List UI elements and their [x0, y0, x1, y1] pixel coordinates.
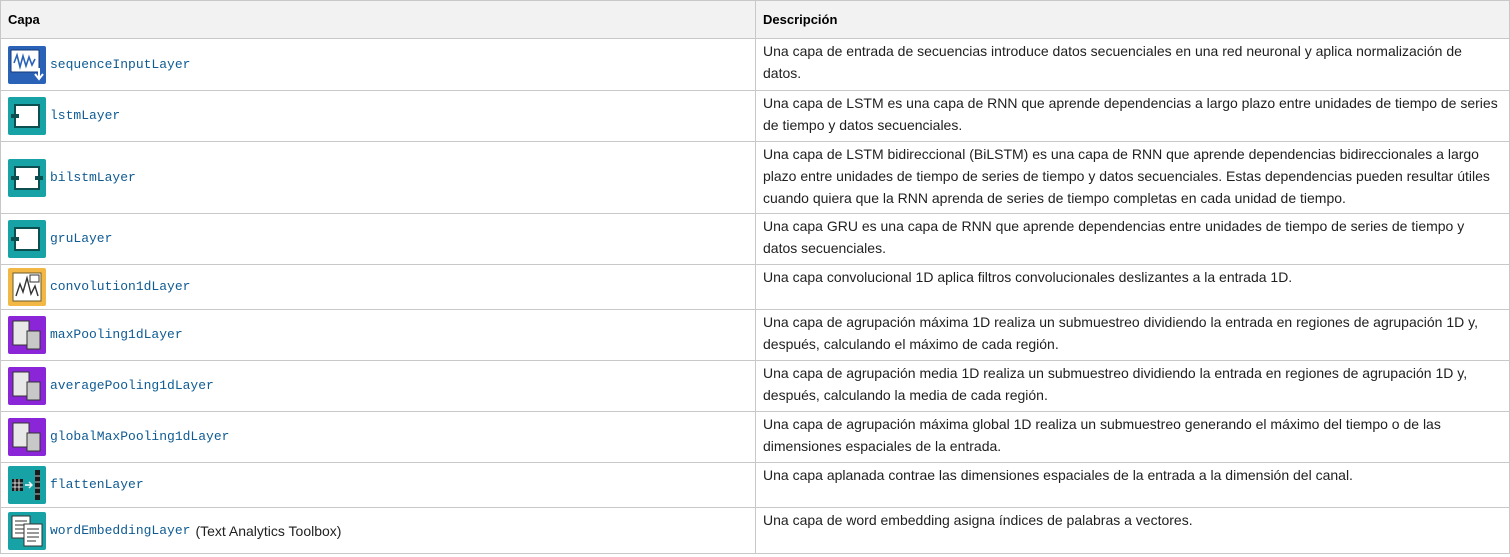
layer-link-gruLayer[interactable]: gruLayer	[50, 228, 112, 250]
lstm-icon	[8, 97, 46, 135]
description-cell: Una capa aplanada contrae las dimensione…	[755, 462, 1510, 508]
convolution-icon	[8, 268, 46, 306]
bilstm-icon	[8, 158, 46, 197]
average-pooling-icon	[8, 367, 46, 405]
flatten-icon	[8, 466, 46, 504]
layer-link-globalMaxPooling1dLayer[interactable]: globalMaxPooling1dLayer	[50, 426, 229, 448]
table-row: wordEmbeddingLayer (Text Analytics Toolb…	[0, 507, 1510, 554]
description-cell: Una capa de word embedding asigna índice…	[755, 507, 1510, 554]
layers-table: Capa Descripción sequenceInputLayer Una …	[0, 0, 1510, 554]
table-row: bilstmLayer Una capa de LSTM bidireccion…	[0, 141, 1510, 214]
capa-cell: averagePooling1dLayer	[0, 360, 756, 412]
description-cell: Una capa de LSTM es una capa de RNN que …	[755, 90, 1510, 142]
capa-cell: globalMaxPooling1dLayer	[0, 411, 756, 463]
capa-cell: wordEmbeddingLayer (Text Analytics Toolb…	[0, 507, 756, 554]
layer-link-flattenLayer[interactable]: flattenLayer	[50, 474, 144, 496]
word-embedding-icon	[8, 511, 46, 550]
layer-link-wordEmbeddingLayer[interactable]: wordEmbeddingLayer	[50, 520, 190, 542]
capa-cell: lstmLayer	[0, 90, 756, 142]
layer-link-bilstmLayer[interactable]: bilstmLayer	[50, 167, 136, 189]
table-row: maxPooling1dLayer Una capa de agrupación…	[0, 309, 1510, 361]
layer-link-convolution1dLayer[interactable]: convolution1dLayer	[50, 276, 190, 298]
capa-cell: sequenceInputLayer	[0, 38, 756, 91]
description-cell: Una capa de entrada de secuencias introd…	[755, 38, 1510, 91]
table-row: sequenceInputLayer Una capa de entrada d…	[0, 38, 1510, 91]
global-max-pooling-icon	[8, 418, 46, 456]
capa-cell: convolution1dLayer	[0, 264, 756, 310]
table-row: convolution1dLayer Una capa convoluciona…	[0, 264, 1510, 310]
toolbox-note: (Text Analytics Toolbox)	[195, 522, 342, 539]
description-cell: Una capa de agrupación máxima global 1D …	[755, 411, 1510, 463]
table-row: flattenLayer Una capa aplanada contrae l…	[0, 462, 1510, 508]
description-cell: Una capa convolucional 1D aplica filtros…	[755, 264, 1510, 310]
capa-cell: flattenLayer	[0, 462, 756, 508]
table-row: lstmLayer Una capa de LSTM es una capa d…	[0, 90, 1510, 142]
layer-link-averagePooling1dLayer[interactable]: averagePooling1dLayer	[50, 375, 214, 397]
capa-cell: gruLayer	[0, 213, 756, 265]
description-cell: Una capa de agrupación media 1D realiza …	[755, 360, 1510, 412]
sequence-input-icon	[8, 45, 46, 84]
table-row: globalMaxPooling1dLayer Una capa de agru…	[0, 411, 1510, 463]
layer-link-maxPooling1dLayer[interactable]: maxPooling1dLayer	[50, 324, 183, 346]
capa-cell: bilstmLayer	[0, 141, 756, 214]
description-cell: Una capa de LSTM bidireccional (BiLSTM) …	[755, 141, 1510, 214]
layer-link-sequenceInputLayer[interactable]: sequenceInputLayer	[50, 54, 190, 76]
capa-cell: maxPooling1dLayer	[0, 309, 756, 361]
table-row: gruLayer Una capa GRU es una capa de RNN…	[0, 213, 1510, 265]
header-capa: Capa	[0, 0, 756, 39]
layer-link-lstmLayer[interactable]: lstmLayer	[50, 105, 120, 127]
description-cell: Una capa de agrupación máxima 1D realiza…	[755, 309, 1510, 361]
header-descripcion: Descripción	[755, 0, 1510, 39]
table-header-row: Capa Descripción	[0, 0, 1510, 39]
gru-icon	[8, 220, 46, 258]
table-row: averagePooling1dLayer Una capa de agrupa…	[0, 360, 1510, 412]
description-cell: Una capa GRU es una capa de RNN que apre…	[755, 213, 1510, 265]
max-pooling-icon	[8, 316, 46, 354]
